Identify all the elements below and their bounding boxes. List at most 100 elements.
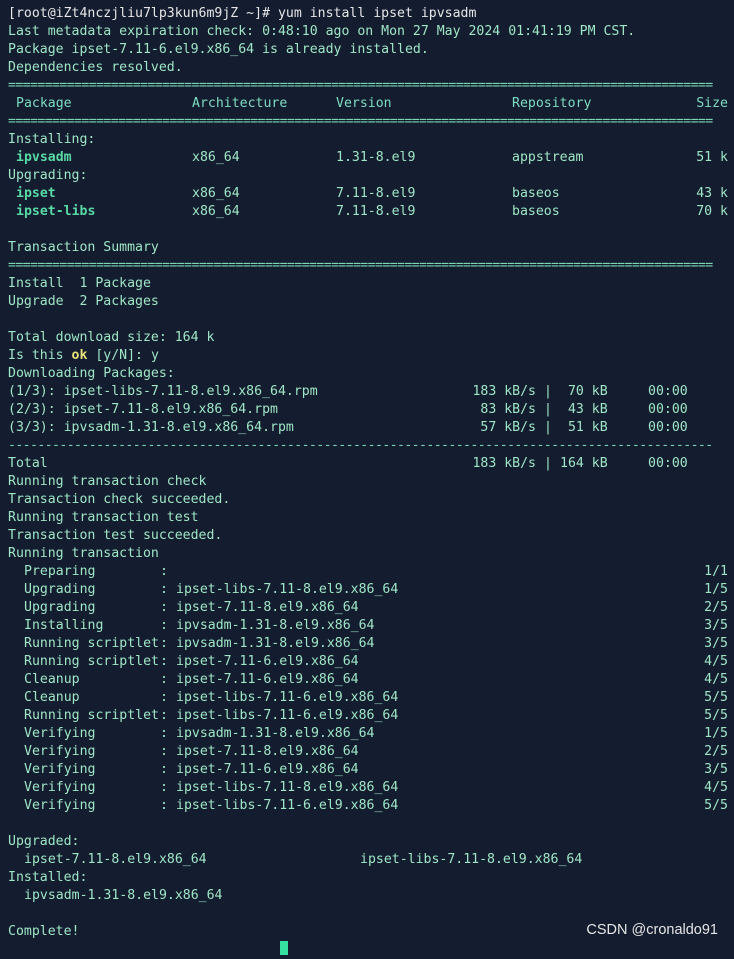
transaction-step-row: Verifying: ipset-libs-7.11-8.el9.x86_64 4/…: [8, 779, 734, 797]
terminal-output[interactable]: [root@iZt4nczjliu7lp3kun6m9jZ ~]# yum in…: [8, 5, 734, 959]
installed-package: ipvsadm-1.31-8.el9.x86_64: [24, 888, 223, 903]
download-sep: |: [544, 402, 552, 417]
transaction-step-row: Installing: ipvsadm-1.31-8.el9.x86_64 3/5: [8, 617, 734, 635]
transaction-line: Running transaction: [8, 546, 159, 561]
step-count: 4/5: [704, 672, 728, 687]
installing-label: Installing:: [8, 132, 96, 147]
download-file-name: (1/3): ipset-libs-7.11-8.el9.x86_64.rpm: [8, 384, 318, 399]
download-file-rate: 183 kB/s: [472, 384, 536, 399]
installed-label: Installed:: [8, 870, 88, 885]
download-file-size: 43 kB: [560, 402, 608, 417]
col-header-arch: Architecture: [192, 96, 288, 111]
transaction-step-row: Verifying: ipset-7.11-6.el9.x86_64 3/5: [8, 761, 734, 779]
row-size: 43 k: [696, 186, 728, 201]
table-header-row: Package Architecture Version Repository …: [8, 95, 734, 113]
step-action: Cleanup: [24, 672, 80, 687]
step-count: 5/5: [704, 690, 728, 705]
step-count: 5/5: [704, 798, 728, 813]
summary-title: Transaction Summary: [8, 240, 159, 255]
step-action: Running scriptlet: [24, 708, 159, 723]
upgraded-package: ipset-libs-7.11-8.el9.x86_64: [360, 852, 583, 867]
transaction-steps: Preparing: 1/1 Upgrading: ipset-libs-7.11-8…: [8, 563, 734, 815]
step-colon: :: [160, 636, 168, 651]
step-count: 1/5: [704, 726, 728, 741]
download-file-row: (1/3): ipset-libs-7.11-8.el9.x86_64.rpm …: [8, 383, 734, 401]
already-installed-line: Package ipset-7.11-6.el9.x86_64 is alrea…: [8, 42, 429, 57]
row-size: 70 k: [696, 204, 728, 219]
command-prompt-line: [root@iZt4nczjliu7lp3kun6m9jZ ~]# yum in…: [8, 6, 477, 21]
step-colon: :: [160, 744, 168, 759]
step-action: Verifying: [24, 744, 96, 759]
downloading-label: Downloading Packages:: [8, 366, 175, 381]
transaction-step-row: Upgrading: ipset-7.11-8.el9.x86_64 2/5: [8, 599, 734, 617]
step-action: Running scriptlet: [24, 636, 159, 651]
row-arch: x86_64: [192, 150, 240, 165]
download-sep: |: [544, 420, 552, 435]
transaction-step-row: Preparing: 1/1: [8, 563, 734, 581]
step-colon: :: [160, 690, 168, 705]
step-action: Cleanup: [24, 690, 80, 705]
download-file-rate: 57 kB/s: [480, 420, 536, 435]
download-file-rate: 83 kB/s: [480, 402, 536, 417]
step-package: ipvsadm-1.31-8.el9.x86_64: [176, 726, 375, 741]
row-package: ipset: [16, 186, 56, 201]
metadata-line: Last metadata expiration check: 0:48:10 …: [8, 24, 636, 39]
transaction-line: Transaction test succeeded.: [8, 528, 223, 543]
download-file-row: (3/3): ipvsadm-1.31-8.el9.x86_64.rpm 57 …: [8, 419, 734, 437]
confirm-ok: ok: [71, 348, 88, 363]
download-file-time: 00:00: [648, 402, 688, 417]
step-action: Verifying: [24, 726, 96, 741]
step-colon: :: [160, 600, 168, 615]
step-count: 3/5: [704, 762, 728, 777]
installed-packages-row: ipvsadm-1.31-8.el9.x86_64: [8, 887, 734, 905]
step-count: 3/5: [704, 636, 728, 651]
download-file-size: 70 kB: [560, 384, 608, 399]
row-repo: appstream: [512, 150, 584, 165]
transaction-step-row: Running scriptlet: ipset-7.11-6.el9.x86_6…: [8, 653, 734, 671]
step-package: ipset-7.11-6.el9.x86_64: [176, 654, 359, 669]
download-file-time: 00:00: [648, 384, 688, 399]
upgraded-packages-row: ipset-7.11-8.el9.x86_64 ipset-libs-7.11-…: [8, 851, 734, 869]
download-sep: |: [544, 456, 552, 471]
watermark: CSDN @cronaldo91: [586, 922, 718, 938]
upgraded-package: ipset-7.11-8.el9.x86_64: [24, 852, 207, 867]
step-package: ipset-7.11-6.el9.x86_64: [176, 762, 359, 777]
step-action: Upgrading: [24, 600, 96, 615]
step-package: ipvsadm-1.31-8.el9.x86_64: [176, 636, 375, 651]
download-sep: |: [544, 384, 552, 399]
step-colon: :: [160, 582, 168, 597]
step-package: ipset-libs-7.11-8.el9.x86_64: [176, 582, 399, 597]
step-count: 3/5: [704, 618, 728, 633]
step-colon: :: [160, 798, 168, 813]
step-count: 5/5: [704, 708, 728, 723]
step-package: ipset-libs-7.11-8.el9.x86_64: [176, 780, 399, 795]
col-header-size: Size: [696, 96, 728, 111]
step-colon: :: [160, 762, 168, 777]
transaction-line: Transaction check succeeded.: [8, 492, 231, 507]
separator-line: ========================================…: [8, 114, 713, 129]
download-file-row: (2/3): ipset-7.11-8.el9.x86_64.rpm 83 kB…: [8, 401, 734, 419]
row-version: 7.11-8.el9: [336, 204, 416, 219]
transaction-step-row: Running scriptlet: ipvsadm-1.31-8.el9.x86…: [8, 635, 734, 653]
col-header-version: Version: [336, 96, 392, 111]
step-package: ipset-7.11-8.el9.x86_64: [176, 600, 359, 615]
step-colon: :: [160, 672, 168, 687]
total-download-size: Total download size: 164 k: [8, 330, 215, 345]
step-action: Upgrading: [24, 582, 96, 597]
step-action: Verifying: [24, 798, 96, 813]
row-package: ipvsadm: [16, 150, 72, 165]
cursor-block: [280, 941, 288, 959]
transaction-step-row: Cleanup: ipset-7.11-6.el9.x86_64 4/5: [8, 671, 734, 689]
table-row: ipset x86_64 7.11-8.el9 baseos 43 k: [8, 185, 734, 203]
row-repo: baseos: [512, 186, 560, 201]
cursor-line[interactable]: [8, 941, 734, 959]
confirm-prefix: Is this: [8, 348, 72, 363]
step-colon: :: [160, 618, 168, 633]
step-count: 2/5: [704, 600, 728, 615]
dash-separator-line: ----------------------------------------…: [8, 438, 713, 453]
download-total-rate: 183 kB/s: [472, 456, 536, 471]
transaction-step-row: Upgrading: ipset-libs-7.11-8.el9.x86_64 1/…: [8, 581, 734, 599]
transaction-line: Running transaction check: [8, 474, 207, 489]
download-total-row: Total 183 kB/s | 164 kB 00:00: [8, 455, 734, 473]
